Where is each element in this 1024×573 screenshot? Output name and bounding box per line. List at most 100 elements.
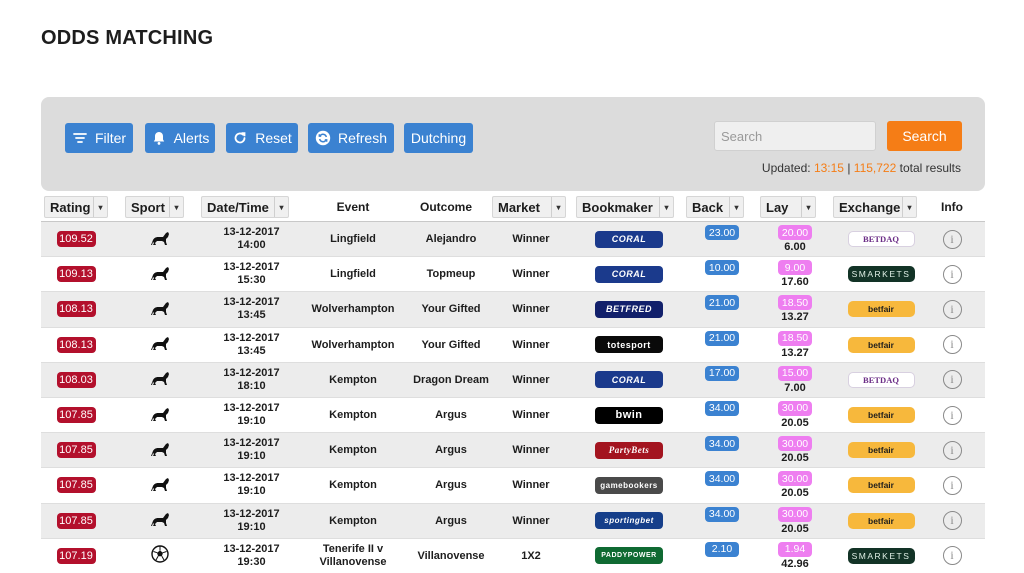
header-rating[interactable]: Rating ▾ <box>44 196 108 218</box>
header-sport[interactable]: Sport ▾ <box>125 196 184 218</box>
search-button[interactable]: Search <box>887 121 962 151</box>
bookmaker-logo[interactable]: totesport <box>595 336 663 354</box>
exchange-logo[interactable]: betfair <box>847 442 915 459</box>
table-row[interactable]: 109.52 13-12-2017 14:00 Lingfield Alejandro W… <box>41 222 985 258</box>
lay-odds-badge[interactable]: 18.50 <box>778 295 812 311</box>
table-row[interactable]: 107.85 13-12-2017 19:10 Kempton Argus Winner s… <box>41 503 985 539</box>
chevron-down-icon[interactable]: ▾ <box>902 197 916 217</box>
chevron-down-icon[interactable]: ▾ <box>801 197 815 217</box>
chevron-down-icon[interactable]: ▾ <box>169 197 183 217</box>
exchange-logo[interactable]: betfair <box>847 477 915 494</box>
exchange-logo[interactable]: betfair <box>847 512 915 529</box>
info-cell[interactable]: i <box>939 468 965 502</box>
table-row[interactable]: 109.13 13-12-2017 15:30 Lingfield Topmeup Win… <box>41 257 985 293</box>
exchange-logo[interactable]: SMARKETS <box>847 547 915 564</box>
info-icon[interactable]: i <box>942 405 962 425</box>
table-row[interactable]: 108.13 13-12-2017 13:45 Wolverhampton Your G… <box>41 292 985 328</box>
back-odds-badge[interactable]: 10.00 <box>705 260 739 276</box>
lay-odds-badge[interactable]: 30.00 <box>778 436 812 452</box>
info-icon[interactable]: i <box>942 440 962 460</box>
bookmaker-cell[interactable]: sportingbet <box>589 504 669 538</box>
chevron-down-icon[interactable]: ▾ <box>93 197 107 217</box>
reset-button[interactable]: Reset <box>226 123 298 153</box>
table-row[interactable]: 107.85 13-12-2017 19:10 Kempton Argus Winner P… <box>41 433 985 469</box>
bookmaker-logo[interactable]: PartyBets <box>595 441 663 459</box>
table-row[interactable]: 107.19 13-12-2017 19:30 Tenerife II v Villan… <box>41 539 985 573</box>
exchange-cell[interactable]: betfair <box>843 292 919 326</box>
bookmaker-cell[interactable]: PADDYPOWER <box>589 539 669 573</box>
info-cell[interactable]: i <box>939 539 965 573</box>
filter-button[interactable]: Filter <box>65 123 133 153</box>
header-back[interactable]: Back ▾ <box>686 196 744 218</box>
search-input[interactable] <box>714 121 876 151</box>
lay-odds-badge[interactable]: 15.00 <box>778 365 812 381</box>
info-icon[interactable]: i <box>942 511 962 531</box>
info-cell[interactable]: i <box>939 363 965 397</box>
bookmaker-logo[interactable]: sportingbet <box>595 512 663 530</box>
bookmaker-cell[interactable]: bwin <box>589 398 669 432</box>
exchange-cell[interactable]: SMARKETS <box>843 539 919 573</box>
table-row[interactable]: 107.85 13-12-2017 19:10 Kempton Argus Winner b… <box>41 398 985 434</box>
info-icon[interactable]: i <box>942 475 962 495</box>
info-icon[interactable]: i <box>942 299 962 319</box>
lay-odds-badge[interactable]: 9.00 <box>778 260 812 276</box>
lay-odds-badge[interactable]: 18.50 <box>778 330 812 346</box>
exchange-logo[interactable]: betfair <box>847 301 915 318</box>
exchange-cell[interactable]: betfair <box>843 433 919 467</box>
header-bookmaker[interactable]: Bookmaker ▾ <box>576 196 674 218</box>
bookmaker-logo[interactable]: PADDYPOWER <box>595 547 663 565</box>
bookmaker-cell[interactable]: CORAL <box>589 257 669 291</box>
bookmaker-logo[interactable]: bwin <box>595 406 663 424</box>
info-cell[interactable]: i <box>939 433 965 467</box>
back-odds-badge[interactable]: 2.10 <box>705 541 739 557</box>
chevron-down-icon[interactable]: ▾ <box>659 197 673 217</box>
back-odds-badge[interactable]: 34.00 <box>705 436 739 452</box>
info-cell[interactable]: i <box>939 504 965 538</box>
exchange-logo[interactable]: betfair <box>847 336 915 353</box>
back-odds-badge[interactable]: 34.00 <box>705 400 739 416</box>
info-cell[interactable]: i <box>939 257 965 291</box>
bookmaker-cell[interactable]: CORAL <box>589 222 669 256</box>
back-odds-badge[interactable]: 34.00 <box>705 471 739 487</box>
bookmaker-cell[interactable]: gamebookers <box>589 468 669 502</box>
info-icon[interactable]: i <box>942 229 962 249</box>
dutching-button[interactable]: Dutching <box>404 123 473 153</box>
header-exchange[interactable]: Exchange ▾ <box>833 196 917 218</box>
info-cell[interactable]: i <box>939 292 965 326</box>
chevron-down-icon[interactable]: ▾ <box>274 197 288 217</box>
exchange-cell[interactable]: betfair <box>843 328 919 362</box>
info-icon[interactable]: i <box>942 335 962 355</box>
chevron-down-icon[interactable]: ▾ <box>729 197 743 217</box>
exchange-logo[interactable]: BETDAQ <box>847 371 915 388</box>
header-market[interactable]: Market ▾ <box>492 196 566 218</box>
info-cell[interactable]: i <box>939 222 965 256</box>
exchange-logo[interactable]: betfair <box>847 407 915 424</box>
exchange-cell[interactable]: BETDAQ <box>843 363 919 397</box>
table-row[interactable]: 107.85 13-12-2017 19:10 Kempton Argus Winner g… <box>41 468 985 504</box>
lay-odds-badge[interactable]: 30.00 <box>778 506 812 522</box>
back-odds-badge[interactable]: 17.00 <box>705 365 739 381</box>
table-row[interactable]: 108.13 13-12-2017 13:45 Wolverhampton Your G… <box>41 328 985 363</box>
back-odds-badge[interactable]: 21.00 <box>705 330 739 346</box>
exchange-cell[interactable]: betfair <box>843 468 919 502</box>
lay-odds-badge[interactable]: 30.00 <box>778 400 812 416</box>
bookmaker-cell[interactable]: CORAL <box>589 363 669 397</box>
exchange-logo[interactable]: SMARKETS <box>847 266 915 283</box>
exchange-cell[interactable]: SMARKETS <box>843 257 919 291</box>
bookmaker-cell[interactable]: BETFRED <box>589 292 669 326</box>
exchange-cell[interactable]: BETDAQ <box>843 222 919 256</box>
bookmaker-logo[interactable]: CORAL <box>595 230 663 248</box>
chevron-down-icon[interactable]: ▾ <box>551 197 565 217</box>
lay-odds-badge[interactable]: 20.00 <box>778 225 812 240</box>
header-lay[interactable]: Lay ▾ <box>760 196 816 218</box>
bookmaker-cell[interactable]: totesport <box>589 328 669 362</box>
lay-odds-badge[interactable]: 30.00 <box>778 471 812 487</box>
bookmaker-logo[interactable]: CORAL <box>595 371 663 389</box>
exchange-cell[interactable]: betfair <box>843 398 919 432</box>
alerts-button[interactable]: Alerts <box>145 123 215 153</box>
info-icon[interactable]: i <box>942 370 962 390</box>
info-icon[interactable]: i <box>942 264 962 284</box>
back-odds-badge[interactable]: 21.00 <box>705 295 739 311</box>
bookmaker-logo[interactable]: BETFRED <box>595 300 663 318</box>
refresh-button[interactable]: Refresh <box>308 123 394 153</box>
